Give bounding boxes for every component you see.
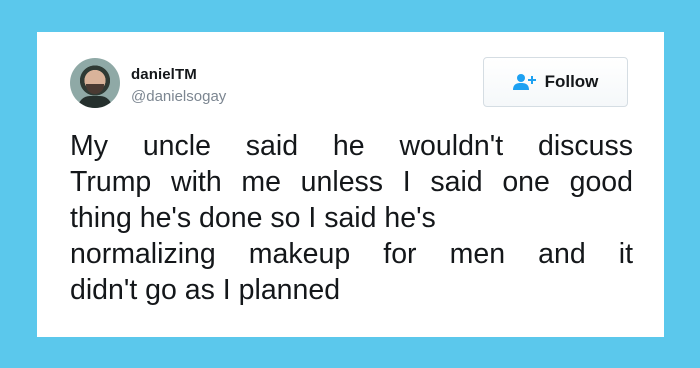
tweet-line: didn't go as I planned — [70, 274, 341, 306]
follow-button[interactable]: Follow — [483, 57, 628, 107]
display-name[interactable]: danielTM — [131, 66, 197, 83]
avatar-shirt — [78, 96, 112, 108]
avatar[interactable] — [70, 58, 120, 108]
tweet-line: My uncle said he wouldn't discuss — [70, 130, 633, 162]
avatar-beard — [86, 84, 104, 94]
tweet-line: Trump with me unless I said one good — [70, 166, 633, 198]
tweet-line: normalizing makeup for men and it — [70, 238, 633, 270]
tweet-card: danielTM @danielsogay Follow My uncle sa… — [37, 32, 664, 337]
tweet-text: My uncle said he wouldn't discuss Trump … — [70, 128, 633, 308]
follow-label: Follow — [544, 72, 599, 91]
add-user-icon — [512, 73, 537, 91]
user-handle[interactable]: @danielsogay — [131, 88, 226, 105]
tweet-line: thing he's done so I said he's — [70, 202, 436, 234]
